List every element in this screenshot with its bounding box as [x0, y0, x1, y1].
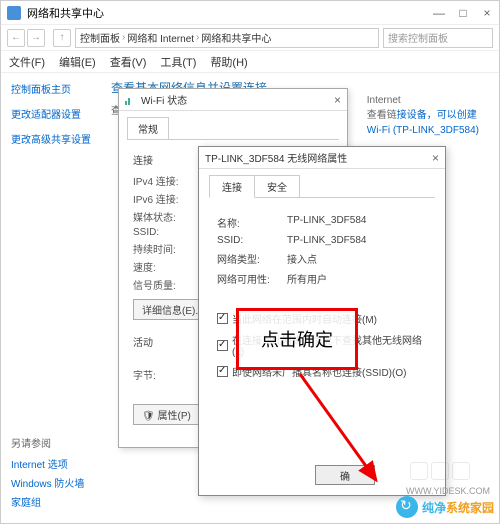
menu-file[interactable]: 文件(F) — [9, 54, 45, 70]
homegroup-link[interactable]: 家庭组 — [11, 494, 84, 509]
duration-label: 持续时间: — [133, 241, 203, 256]
name-value: TP-LINK_3DF584 — [287, 215, 366, 230]
media-label: 媒体状态: — [133, 209, 203, 224]
wifi-connection-link[interactable]: Wi-Fi (TP-LINK_3DF584) — [367, 123, 479, 138]
watermark-logo-icon — [396, 496, 418, 518]
menu-view[interactable]: 查看(V) — [110, 54, 147, 70]
annotation-callout: 点击确定 — [236, 308, 358, 370]
nettype-label: 网络类型: — [217, 251, 287, 266]
tab-connection[interactable]: 连接 — [209, 175, 255, 198]
watermark-text-b: 系统家园 — [446, 501, 494, 515]
back-button[interactable]: ← — [7, 29, 25, 47]
tab-general[interactable]: 常规 — [127, 117, 169, 139]
app-icon — [7, 6, 21, 20]
checkbox-icon — [217, 313, 228, 324]
signal-label: 信号质量: — [133, 277, 203, 292]
close-button[interactable]: × — [481, 6, 493, 20]
dialog-title: TP-LINK_3DF584 无线网络属性 — [205, 150, 347, 165]
dialog-titlebar: Wi-Fi 状态 × — [119, 89, 347, 111]
nettype-value: 接入点 — [287, 251, 317, 266]
faint-icon — [410, 462, 428, 480]
dialog-close-button[interactable]: × — [432, 151, 439, 165]
name-label: 名称: — [217, 215, 287, 230]
tab-security[interactable]: 安全 — [254, 175, 300, 198]
minimize-button[interactable]: — — [433, 6, 445, 20]
chevron-right-icon: › — [122, 32, 125, 43]
sidebar-adapter[interactable]: 更改适配器设置 — [11, 106, 91, 121]
properties-button[interactable]: 🛡 属性(P) — [133, 404, 200, 425]
up-button[interactable]: ↑ — [53, 29, 71, 47]
ssid-label: SSID: — [217, 235, 287, 246]
see-also-header: 另请参阅 — [11, 435, 84, 450]
window-controls: — □ × — [433, 6, 493, 20]
avail-label: 网络可用性: — [217, 271, 287, 286]
window-titlebar: 网络和共享中心 — □ × — [1, 1, 499, 25]
wifi-signal-icon — [125, 95, 137, 105]
right-info-prefix: 查看链 — [367, 110, 397, 121]
search-input[interactable]: 搜索控制面板 — [383, 28, 493, 48]
chevron-right-icon: › — [196, 32, 199, 43]
avail-value: 所有用户 — [287, 271, 327, 286]
watermark-text-a: 纯净 — [422, 501, 446, 515]
menu-help[interactable]: 帮助(H) — [210, 54, 247, 70]
ssid-label: SSID: — [133, 227, 203, 238]
menu-bar: 文件(F) 编辑(E) 查看(V) 工具(T) 帮助(H) — [1, 51, 499, 73]
breadcrumb-sharing-center[interactable]: 网络和共享中心 — [201, 30, 271, 45]
dialog-titlebar: TP-LINK_3DF584 无线网络属性 × — [199, 147, 445, 169]
right-info-link1[interactable]: 接设备，可以创建 — [397, 110, 477, 121]
breadcrumb-network-internet[interactable]: 网络和 Internet — [127, 30, 194, 45]
firewall-link[interactable]: Windows 防火墙 — [11, 475, 84, 490]
breadcrumb[interactable]: 控制面板 › 网络和 Internet › 网络和共享中心 — [75, 28, 379, 48]
watermark-url: WWW.YIDESK.COM — [406, 486, 490, 496]
right-info-block: Internet 查看链接设备，可以创建 Wi-Fi (TP-LINK_3DF5… — [367, 93, 479, 138]
bytes-label: 字节: — [133, 367, 203, 382]
faint-icon — [452, 462, 470, 480]
faint-icon — [431, 462, 449, 480]
checkbox-icon — [217, 340, 228, 351]
ipv6-label: IPv6 连接: — [133, 191, 203, 206]
ssid-value: TP-LINK_3DF584 — [287, 235, 366, 246]
internet-options-link[interactable]: Internet 选项 — [11, 456, 84, 471]
see-also-section: 另请参阅 Internet 选项 Windows 防火墙 家庭组 — [11, 435, 84, 513]
ipv4-label: IPv4 连接: — [133, 173, 203, 188]
sidebar: 控制面板主页 更改适配器设置 更改高级共享设置 — [1, 73, 101, 473]
watermark: 纯净系统家园 — [396, 496, 494, 518]
breadcrumb-control-panel[interactable]: 控制面板 — [80, 30, 120, 45]
forward-button[interactable]: → — [27, 29, 45, 47]
maximize-button[interactable]: □ — [457, 6, 469, 20]
menu-edit[interactable]: 编辑(E) — [59, 54, 96, 70]
menu-tools[interactable]: 工具(T) — [160, 54, 196, 70]
sidebar-sharing[interactable]: 更改高级共享设置 — [11, 131, 91, 146]
window-title: 网络和共享中心 — [27, 5, 433, 21]
dialog-title: Wi-Fi 状态 — [141, 92, 187, 107]
faint-background-icons — [410, 462, 470, 480]
access-type-value: Internet — [367, 93, 479, 108]
nav-bar: ← → ↑ 控制面板 › 网络和 Internet › 网络和共享中心 搜索控制… — [1, 25, 499, 51]
speed-label: 速度: — [133, 259, 203, 274]
sidebar-home[interactable]: 控制面板主页 — [11, 81, 91, 96]
ok-button[interactable]: 确 — [315, 465, 375, 485]
dialog-close-button[interactable]: × — [334, 93, 341, 107]
checkbox-icon — [217, 366, 228, 377]
